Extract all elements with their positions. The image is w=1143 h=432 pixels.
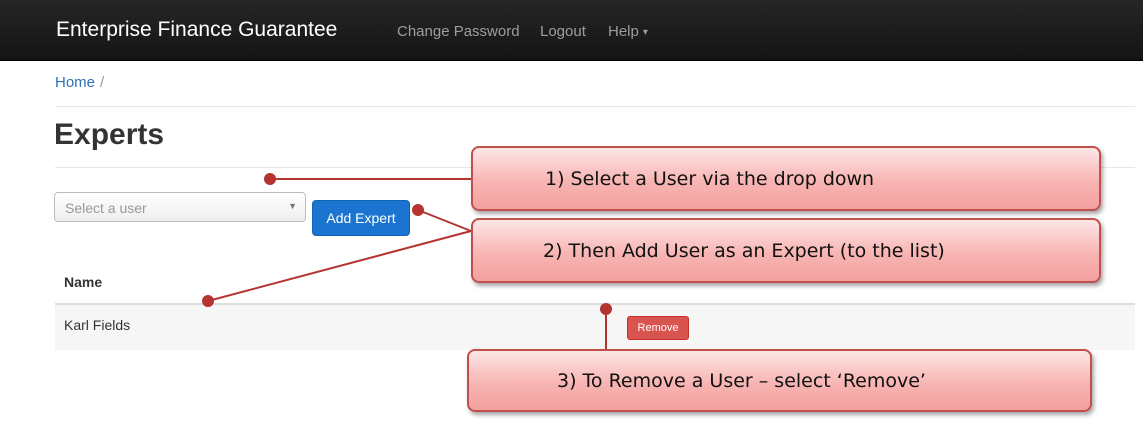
breadcrumb-separator: /: [100, 74, 105, 91]
table-row: Karl Fields Remove: [55, 305, 1135, 350]
callout-step-3-text: 3) To Remove a User – select ‘Remove’: [557, 369, 926, 392]
user-select-dropdown[interactable]: Select a user ▼: [54, 192, 306, 222]
user-select-placeholder: Select a user: [65, 200, 147, 216]
triangle-down-icon: ▼: [288, 201, 297, 211]
add-expert-button[interactable]: Add Expert: [312, 200, 410, 236]
header-divider: [55, 106, 1135, 107]
connector-dot-1: [264, 173, 276, 185]
logout-link[interactable]: Logout: [540, 23, 586, 40]
callout-step-3: 3) To Remove a User – select ‘Remove’: [467, 349, 1092, 412]
caret-down-icon: ▾: [642, 26, 648, 38]
table-header-name: Name: [64, 274, 103, 290]
callout-step-1-text: 1) Select a User via the drop down: [545, 167, 875, 190]
breadcrumb: Home /: [55, 74, 104, 91]
help-menu-label: Help: [608, 23, 639, 40]
top-navbar: Enterprise Finance Guarantee Change Pass…: [0, 0, 1143, 61]
connector-line-2a: [417, 209, 472, 232]
callout-step-1: 1) Select a User via the drop down: [471, 146, 1101, 211]
callout-step-2-text: 2) Then Add User as an Expert (to the li…: [543, 239, 945, 262]
change-password-link[interactable]: Change Password: [397, 23, 520, 40]
connector-dot-2a: [412, 204, 424, 216]
page-title: Experts: [54, 118, 165, 151]
help-menu[interactable]: Help ▾: [608, 23, 648, 40]
expert-name-cell: Karl Fields: [64, 317, 131, 333]
breadcrumb-home-link[interactable]: Home: [55, 74, 95, 91]
callout-step-2: 2) Then Add User as an Expert (to the li…: [471, 218, 1101, 283]
app-brand[interactable]: Enterprise Finance Guarantee: [56, 18, 337, 42]
remove-expert-button[interactable]: Remove: [627, 316, 689, 340]
connector-line-2b: [207, 230, 472, 302]
